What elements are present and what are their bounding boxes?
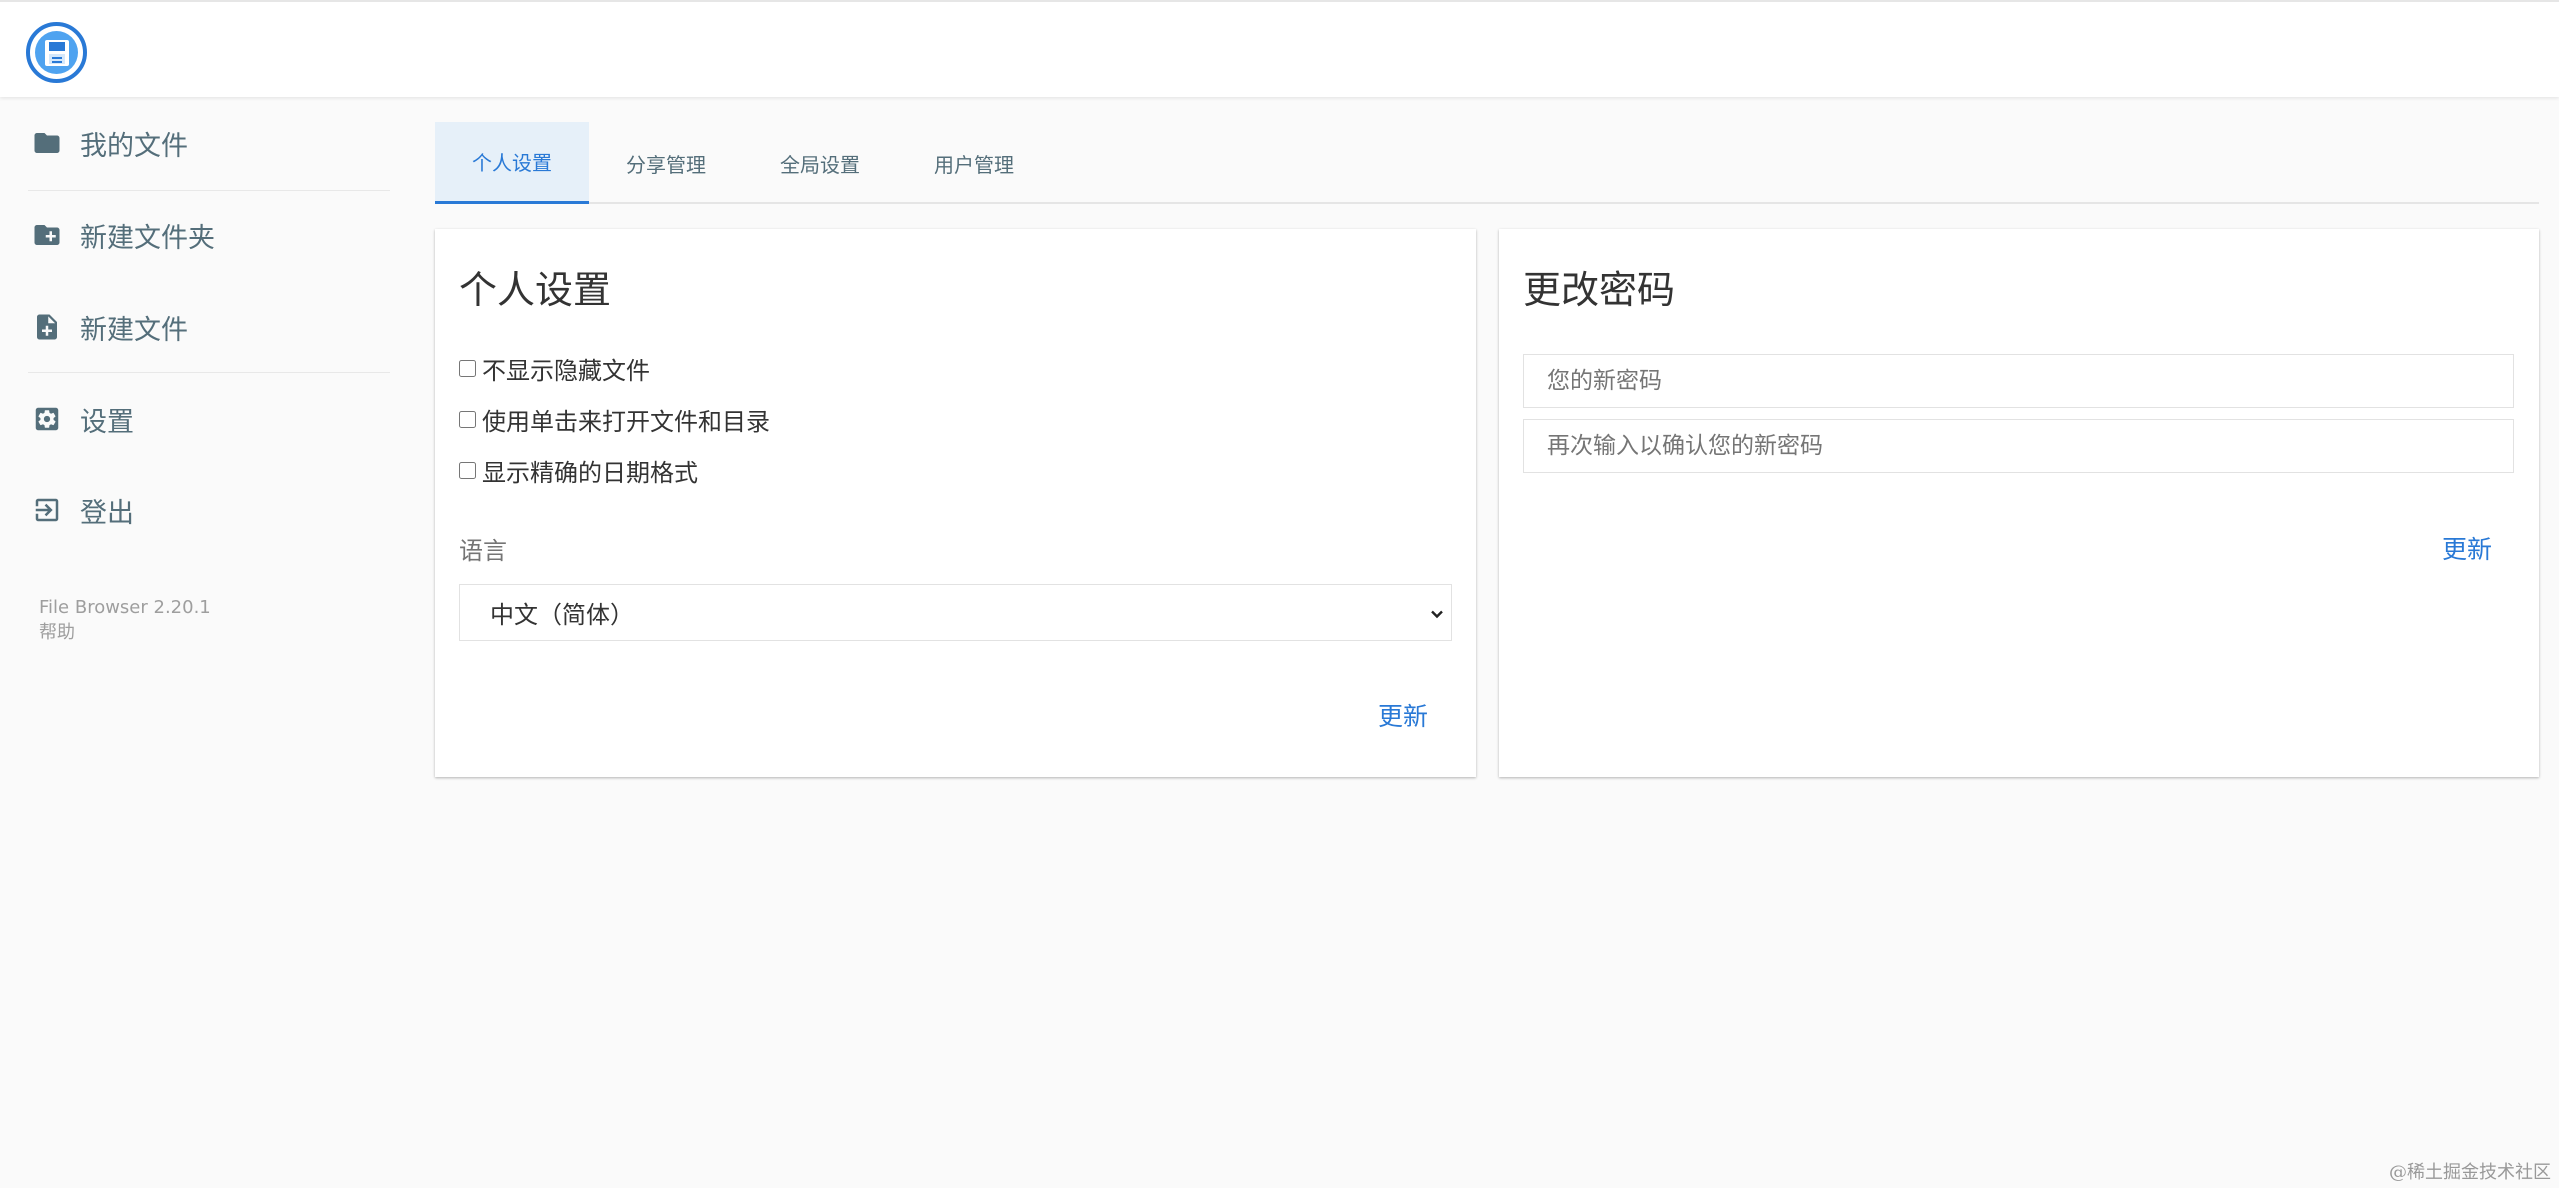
sidebar-item-my-files[interactable]: 我的文件 — [32, 118, 188, 168]
option-label: 不显示隐藏文件 — [482, 357, 650, 385]
tab-share-management[interactable]: 分享管理 — [589, 122, 743, 204]
tab-profile-settings[interactable]: 个人设置 — [435, 122, 589, 204]
floppy-disk-icon — [35, 31, 78, 74]
single-click-checkbox[interactable] — [459, 411, 476, 428]
card-title: 更改密码 — [1523, 268, 1676, 312]
exit-icon — [35, 498, 59, 522]
sidebar-item-new-folder[interactable]: 新建文件夹 — [32, 210, 215, 260]
password-update-button[interactable]: 更新 — [2442, 530, 2492, 566]
help-link[interactable]: 帮助 — [39, 620, 211, 645]
note-add-icon — [37, 314, 57, 340]
folder-icon — [34, 133, 60, 153]
create-folder-icon — [34, 225, 60, 245]
option-label: 使用单击来打开文件和目录 — [482, 408, 770, 436]
credits: File Browser 2.20.1 帮助 — [39, 595, 211, 645]
settings-icon — [35, 407, 59, 431]
watermark: @稀土掘金技术社区 — [2389, 1162, 2551, 1183]
sidebar-divider — [28, 190, 390, 191]
sidebar-item-label: 新建文件 — [80, 314, 188, 346]
sidebar-item-label: 登出 — [80, 497, 134, 529]
language-label: 语言 — [459, 537, 507, 565]
sidebar-item-logout[interactable]: 登出 — [32, 485, 134, 535]
language-value: 中文（简体） — [490, 601, 634, 629]
settings-tabs: 个人设置 分享管理 全局设置 用户管理 — [435, 122, 2539, 204]
profile-update-button[interactable]: 更新 — [1378, 697, 1428, 733]
new-password-input[interactable] — [1523, 354, 2514, 408]
sidebar-item-label: 设置 — [80, 406, 134, 438]
tab-global-settings[interactable]: 全局设置 — [743, 122, 897, 204]
language-select[interactable]: 中文（简体） — [459, 584, 1452, 641]
profile-settings-card: 个人设置 不显示隐藏文件 使用单击来打开文件和目录 显示精确的日期格式 语言 中… — [435, 229, 1476, 777]
version-text: File Browser 2.20.1 — [39, 597, 211, 618]
top-bar — [0, 0, 2559, 97]
single-click-option[interactable]: 使用单击来打开文件和目录 — [459, 402, 770, 437]
exact-date-option[interactable]: 显示精确的日期格式 — [459, 453, 698, 488]
tab-user-management[interactable]: 用户管理 — [897, 122, 1051, 204]
hide-dotfiles-option[interactable]: 不显示隐藏文件 — [459, 351, 650, 386]
chevron-down-icon — [1431, 610, 1443, 619]
exact-date-checkbox[interactable] — [459, 462, 476, 479]
option-label: 显示精确的日期格式 — [482, 459, 698, 487]
sidebar-divider — [28, 372, 390, 373]
sidebar-item-settings[interactable]: 设置 — [32, 394, 134, 444]
app-logo[interactable] — [26, 22, 87, 83]
sidebar-item-new-file[interactable]: 新建文件 — [32, 302, 188, 352]
confirm-password-input[interactable] — [1523, 419, 2514, 473]
change-password-card: 更改密码 更新 — [1499, 229, 2539, 777]
hide-dotfiles-checkbox[interactable] — [459, 360, 476, 377]
sidebar-item-label: 新建文件夹 — [80, 222, 215, 254]
card-title: 个人设置 — [459, 268, 612, 312]
sidebar-item-label: 我的文件 — [80, 130, 188, 162]
